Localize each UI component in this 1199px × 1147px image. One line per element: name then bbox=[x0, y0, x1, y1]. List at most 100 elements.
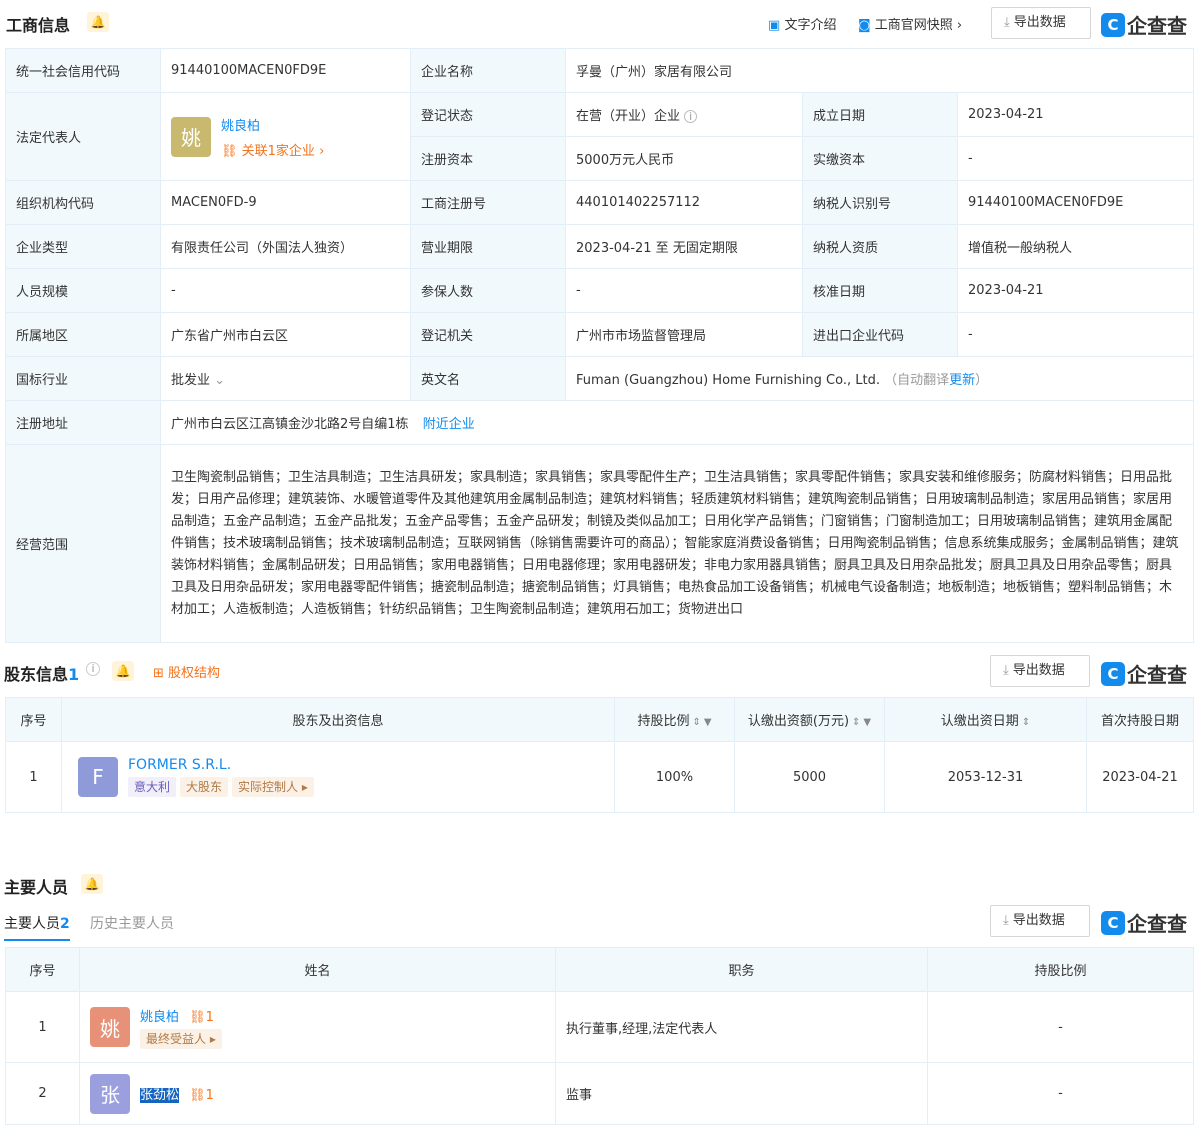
shareholders-export-button[interactable]: ⤓ 导出数据 bbox=[990, 655, 1090, 687]
paid-capital-value: - bbox=[956, 136, 1195, 181]
position-value: 执行董事,经理,法定代表人 bbox=[555, 991, 928, 1063]
snapshot-link[interactable]: ◙ 工商官网快照 › bbox=[858, 14, 962, 33]
company-name-label: 企业名称 bbox=[410, 48, 566, 93]
table-row: 1 姚 姚良柏 ⛓1 最终受益人 ▸ 执行董事,经理,法定代表人 - bbox=[5, 991, 1194, 1063]
tag-actual-controller[interactable]: 实际控制人 ▸ bbox=[232, 777, 314, 797]
person-name-link[interactable]: 姚良柏 bbox=[140, 1010, 179, 1025]
legal-rep-avatar: 姚 bbox=[171, 116, 211, 157]
legal-rep-cell: 姚 姚良柏 ⛓ 关联1家企业 › bbox=[160, 92, 411, 181]
caret-right-icon: ▸ bbox=[301, 780, 308, 794]
equity-structure-link[interactable]: ⊞ 股权结构 bbox=[153, 662, 220, 681]
nearby-companies-link[interactable]: 附近企业 bbox=[423, 417, 475, 432]
relation-count: 1 bbox=[205, 1009, 214, 1025]
related-companies-label: 关联1家企业 bbox=[241, 143, 315, 159]
equity-structure-label: 股权结构 bbox=[168, 666, 221, 681]
filter-icon[interactable]: ▼ bbox=[863, 717, 871, 728]
ratio-value: - bbox=[927, 1062, 1194, 1125]
biz-term-value: 2023-04-21 至 无固定期限 bbox=[565, 224, 803, 269]
update-link[interactable]: 更新 bbox=[949, 373, 975, 388]
reg-status-label: 登记状态 bbox=[410, 92, 566, 137]
biz-export-button[interactable]: ⤓ 导出数据 bbox=[991, 7, 1091, 39]
region-label: 所属地区 bbox=[5, 312, 161, 357]
tab-personnel-count: 2 bbox=[60, 916, 70, 932]
sort-icon[interactable]: ⇕ bbox=[852, 717, 860, 728]
tag-actual-controller-label: 实际控制人 bbox=[238, 780, 299, 794]
reg-no-label: 工商注册号 bbox=[410, 180, 566, 225]
company-name-value: 孚曼（广州）家居有限公司 bbox=[564, 48, 1195, 93]
taxpayer-qual-label: 纳税人资质 bbox=[802, 224, 958, 269]
biz-term-label: 营业期限 bbox=[410, 224, 566, 269]
tag-beneficiary[interactable]: 最终受益人 ▸ bbox=[140, 1028, 222, 1049]
reg-no-value: 440101402257112 bbox=[565, 180, 803, 225]
bell-icon[interactable]: 🔔 bbox=[112, 661, 134, 681]
address-value: 广州市白云区江高镇金沙北路2号自编1栋 bbox=[171, 417, 409, 432]
text-intro-label: 文字介绍 bbox=[784, 18, 837, 33]
col-subscribed[interactable]: 认缴出资额(万元) ⇕ ▼ bbox=[734, 697, 885, 742]
address-label: 注册地址 bbox=[5, 400, 161, 445]
address-cell: 广州市白云区江高镇金沙北路2号自编1栋 附近企业 bbox=[159, 400, 1195, 445]
tab-personnel[interactable]: 主要人员2 bbox=[4, 913, 70, 941]
tab-personnel-label: 主要人员 bbox=[4, 916, 60, 932]
table-row: 2 张 张劲松 ⛓1 监事 - bbox=[5, 1062, 1194, 1125]
col-ratio[interactable]: 持股比例 ⇕ ▼ bbox=[614, 697, 735, 742]
legal-rep-name-link[interactable]: 姚良柏 bbox=[221, 115, 324, 134]
col-sub-date[interactable]: 认缴出资日期 ⇕ bbox=[884, 697, 1087, 742]
sort-icon[interactable]: ⇕ bbox=[692, 717, 700, 728]
relation-count: 1 bbox=[205, 1088, 214, 1103]
tab-history-personnel[interactable]: 历史主要人员 bbox=[90, 913, 174, 933]
chevron-right-icon: › bbox=[956, 18, 963, 33]
person-name-link[interactable]: 张劲松 bbox=[140, 1088, 180, 1103]
bell-icon[interactable]: 🔔 bbox=[87, 12, 109, 32]
biz-section-title: 工商信息 bbox=[6, 16, 71, 35]
taxpayer-id-label: 纳税人识别号 bbox=[802, 180, 958, 225]
text-intro-link[interactable]: ▣ 文字介绍 bbox=[768, 14, 836, 33]
col-subscribed-label: 认缴出资额(万元) bbox=[747, 714, 850, 729]
related-companies-link[interactable]: ⛓ 关联1家企业 › bbox=[221, 140, 324, 159]
relation-icon: ⛓ bbox=[189, 1088, 206, 1103]
shareholder-avatar: F bbox=[78, 757, 118, 797]
reg-authority-label: 登记机关 bbox=[410, 312, 566, 357]
relation-link[interactable]: ⛓1 bbox=[189, 1088, 214, 1103]
approve-date-label: 核准日期 bbox=[802, 268, 958, 313]
ratio-value: 100% bbox=[614, 741, 735, 813]
personnel-export-button[interactable]: ⤓ 导出数据 bbox=[990, 905, 1090, 937]
sort-icon[interactable]: ⇕ bbox=[1022, 717, 1030, 728]
industry-cell[interactable]: 批发业 ⌄ bbox=[160, 356, 411, 401]
sub-date-value: 2053-12-31 bbox=[884, 741, 1087, 813]
org-code-label: 组织机构代码 bbox=[5, 180, 161, 225]
qcc-logo: C 企查查 bbox=[1101, 10, 1187, 39]
personnel-table: 序号 姓名 职务 持股比例 1 姚 姚良柏 ⛓1 最终受益人 ▸ 执行董事,经理… bbox=[5, 947, 1194, 1125]
row-no: 1 bbox=[5, 741, 62, 813]
paid-capital-label: 实缴资本 bbox=[802, 136, 958, 181]
insured-value: - bbox=[565, 268, 803, 313]
reg-status-value: 在营（开业）企业 bbox=[576, 109, 681, 124]
qcc-logo-icon: C bbox=[1101, 661, 1125, 686]
download-icon: ⤓ bbox=[1004, 15, 1010, 30]
col-no: 序号 bbox=[5, 947, 80, 992]
info-icon[interactable]: i bbox=[684, 110, 698, 123]
import-export-value: - bbox=[956, 312, 1195, 357]
subscribed-value: 5000 bbox=[734, 741, 885, 813]
filter-icon[interactable]: ▼ bbox=[704, 717, 712, 728]
col-sub-date-label: 认缴出资日期 bbox=[940, 714, 1019, 729]
personnel-section-title: 主要人员 bbox=[4, 878, 69, 897]
col-no: 序号 bbox=[5, 697, 62, 742]
row-no: 1 bbox=[5, 991, 80, 1063]
export-label: 导出数据 bbox=[1013, 15, 1066, 30]
credit-code-label: 统一社会信用代码 bbox=[5, 48, 161, 93]
english-name-cell: Fuman (Guangzhou) Home Furnishing Co., L… bbox=[564, 356, 1195, 401]
bell-icon[interactable]: 🔔 bbox=[81, 874, 103, 894]
first-date-value: 2023-04-21 bbox=[1086, 741, 1194, 813]
company-type-label: 企业类型 bbox=[5, 224, 161, 269]
info-icon[interactable]: i bbox=[86, 662, 100, 676]
qcc-logo-icon: C bbox=[1101, 12, 1125, 37]
row-no: 2 bbox=[5, 1062, 80, 1125]
shareholders-table: 序号 股东及出资信息 持股比例 ⇕ ▼ 认缴出资额(万元) ⇕ ▼ 认缴出资日期 ⇕ 首次… bbox=[5, 697, 1194, 813]
shareholder-name-link[interactable]: FORMER S.R.L. bbox=[128, 757, 318, 773]
scope-label: 经营范围 bbox=[5, 444, 161, 643]
legal-rep-label: 法定代表人 bbox=[5, 92, 161, 181]
taxpayer-qual-value: 增值税一般纳税人 bbox=[956, 224, 1195, 269]
structure-icon: ⊞ bbox=[153, 666, 164, 681]
qcc-logo-text: 企查查 bbox=[1127, 663, 1187, 687]
relation-link[interactable]: ⛓1 bbox=[189, 1010, 214, 1025]
